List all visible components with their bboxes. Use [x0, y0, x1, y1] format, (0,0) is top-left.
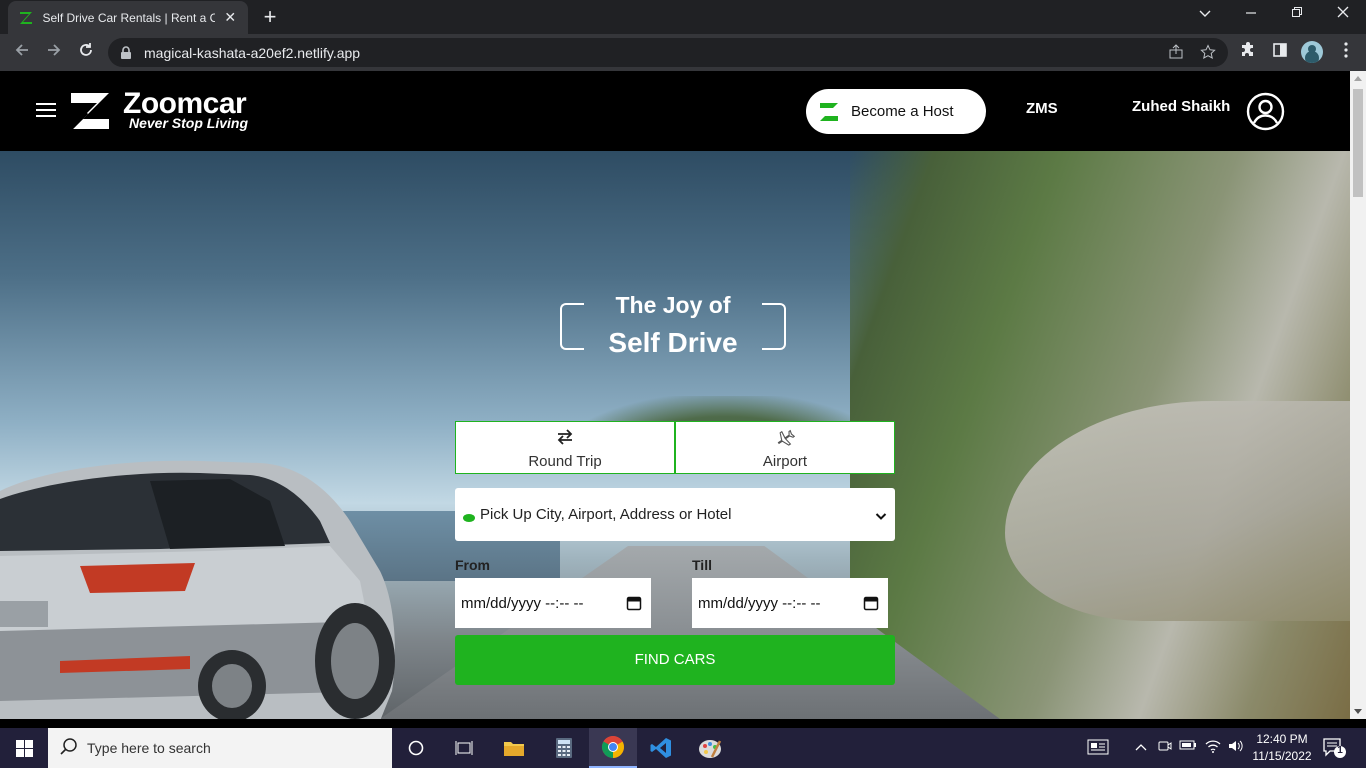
become-host-button[interactable]: Become a Host [806, 89, 986, 134]
chrome-icon[interactable] [589, 728, 637, 768]
side-panel-icon[interactable] [1270, 42, 1290, 62]
wifi-icon[interactable] [1203, 739, 1223, 756]
find-cars-button[interactable]: FIND CARS [455, 635, 895, 685]
paint-icon[interactable] [686, 728, 734, 768]
calculator-icon[interactable] [540, 728, 588, 768]
zoomcar-z-icon [818, 101, 840, 123]
green-dot-icon [463, 513, 475, 522]
from-datetime-value: mm/dd/yyyy --:-- -- [461, 594, 584, 612]
hamburger-menu-icon[interactable] [36, 103, 56, 119]
search-placeholder: Type here to search [87, 740, 211, 756]
zoomcar-logo-icon[interactable] [69, 91, 111, 131]
scroll-up-arrow-icon[interactable] [1354, 76, 1362, 81]
airport-label: Airport [762, 453, 808, 470]
address-bar[interactable]: magical-kashata-a20ef2.netlify.app [108, 38, 1228, 67]
pickup-location-select[interactable]: Pick Up City, Airport, Address or Hotel [455, 488, 895, 541]
bookmark-star-icon[interactable] [1199, 44, 1217, 62]
file-explorer-icon[interactable] [490, 728, 538, 768]
profile-avatar[interactable] [1301, 41, 1323, 63]
user-name[interactable]: Zuhed Shaikh [1132, 98, 1230, 115]
forward-arrow-icon[interactable] [42, 41, 66, 65]
volume-icon[interactable] [1226, 739, 1246, 756]
from-datetime-input[interactable]: mm/dd/yyyy --:-- -- [455, 578, 651, 628]
from-label: From [455, 557, 490, 573]
reload-icon[interactable] [74, 41, 98, 65]
swap-arrows-icon [555, 429, 575, 447]
tagline-line1: The Joy of [615, 292, 731, 318]
news-widget-icon[interactable] [1086, 739, 1110, 758]
chevron-down-icon[interactable] [875, 508, 889, 522]
tagline-line2: Self Drive [608, 327, 738, 358]
till-label: Till [692, 557, 712, 573]
windows-start-icon[interactable] [0, 728, 48, 768]
round-trip-tab[interactable]: Round Trip [455, 421, 675, 474]
calendar-icon[interactable] [626, 595, 642, 611]
hero-tagline: The Joy of Self Drive [560, 292, 786, 358]
become-host-label: Become a Host [851, 103, 954, 120]
calendar-icon[interactable] [863, 595, 879, 611]
battery-icon[interactable] [1178, 739, 1198, 754]
site-header: Zoomcar Never Stop Living Become a Host … [0, 71, 1350, 151]
restore-window-icon[interactable] [1285, 5, 1309, 21]
till-datetime-input[interactable]: mm/dd/yyyy --:-- -- [692, 578, 888, 628]
clock-date: 11/15/2022 [1252, 749, 1312, 763]
tab-search-chevron-icon[interactable] [1193, 5, 1217, 21]
zms-link[interactable]: ZMS [1026, 100, 1058, 117]
airport-tab[interactable]: Airport [675, 421, 895, 474]
tab-close-icon[interactable]: ✕ [223, 9, 238, 26]
notification-count: 1 [1337, 745, 1343, 756]
airplane-icon [775, 429, 796, 447]
task-view-icon[interactable] [440, 728, 488, 768]
pickup-placeholder: Pick Up City, Airport, Address or Hotel [480, 506, 732, 523]
taskbar-search-box[interactable]: Type here to search [48, 728, 392, 768]
user-account-icon[interactable] [1246, 92, 1285, 131]
search-icon [60, 737, 78, 760]
tab-title: Self Drive Car Rentals | Rent a Car [42, 10, 215, 25]
show-hidden-icons-chevron-icon[interactable] [1131, 739, 1151, 754]
extensions-puzzle-icon[interactable] [1238, 42, 1258, 62]
cortana-circle-icon[interactable] [392, 728, 440, 768]
meet-now-icon[interactable] [1155, 739, 1175, 756]
share-icon[interactable] [1167, 44, 1185, 62]
browser-toolbar: magical-kashata-a20ef2.netlify.app [0, 34, 1366, 71]
notification-center-icon[interactable]: 1 [1322, 737, 1346, 759]
clock-time: 12:40 PM [1256, 732, 1308, 746]
lock-icon[interactable] [120, 45, 134, 60]
scrollbar-thumb[interactable] [1353, 89, 1363, 197]
brand-tagline: Never Stop Living [129, 115, 249, 131]
suv-car-image [0, 451, 400, 719]
windows-taskbar: Type here to search 12:40 PM 11/15/2022 [0, 728, 1366, 768]
zoomcar-favicon-icon [18, 10, 33, 26]
hero-banner: The Joy of Self Drive Round Trip Airport… [0, 151, 1350, 719]
scroll-down-arrow-icon[interactable] [1354, 709, 1362, 714]
minimize-window-icon[interactable] [1239, 5, 1263, 21]
page-scrollbar[interactable] [1350, 71, 1366, 719]
new-tab-button[interactable]: + [258, 4, 282, 30]
url-text: magical-kashata-a20ef2.netlify.app [144, 44, 361, 61]
browser-tab[interactable]: Self Drive Car Rentals | Rent a Car ✕ [8, 1, 248, 34]
vscode-icon[interactable] [637, 728, 685, 768]
till-datetime-value: mm/dd/yyyy --:-- -- [698, 594, 821, 612]
system-clock[interactable]: 12:40 PM 11/15/2022 [1246, 731, 1318, 765]
back-arrow-icon[interactable] [10, 41, 34, 65]
web-page: Zoomcar Never Stop Living Become a Host … [0, 71, 1350, 719]
round-trip-label: Round Trip [528, 453, 602, 470]
browser-tab-strip: Self Drive Car Rentals | Rent a Car ✕ + [0, 0, 1366, 34]
browser-menu-icon[interactable] [1336, 42, 1356, 62]
close-window-icon[interactable] [1331, 5, 1355, 21]
